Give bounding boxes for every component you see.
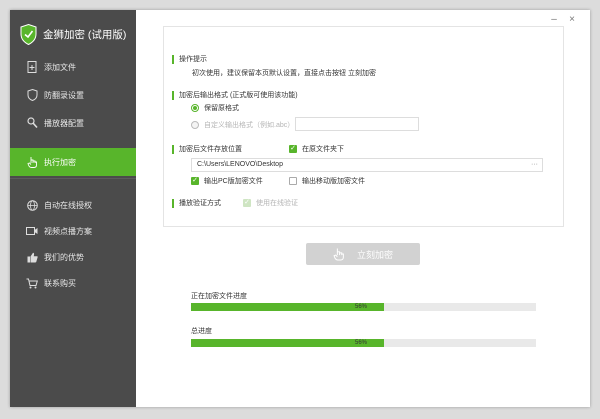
hand-pointer-icon	[333, 247, 345, 261]
output-path-input[interactable]: C:\Users\LENOVO\Desktop ···	[191, 158, 543, 172]
sidebar-item-player-config[interactable]: 播放器配置	[10, 109, 136, 137]
location-title: 加密后文件存放位置	[172, 145, 242, 154]
output-mobile-checkbox[interactable]	[289, 177, 297, 185]
sidebar-divider	[10, 178, 136, 179]
settings-panel: 操作提示 初次使用，建议保留本页默认设置，直接点击按钮 立刻加密 加密后输出格式…	[163, 26, 564, 227]
thumbs-up-icon	[26, 251, 38, 263]
browse-button[interactable]: ···	[531, 159, 538, 171]
sidebar-item-auto-online-auth[interactable]: 自动在线授权	[10, 191, 136, 219]
minimize-button[interactable]: –	[548, 14, 560, 26]
radio-custom-format[interactable]	[191, 121, 199, 129]
close-button[interactable]: ×	[566, 14, 578, 26]
same-folder-checkbox[interactable]: ✓	[289, 145, 297, 153]
sidebar-item-anti-record[interactable]: 防翻录设置	[10, 81, 136, 109]
sidebar-item-vod-solution[interactable]: 视频点播方案	[10, 217, 136, 245]
sidebar-item-contact-purchase[interactable]: 联系购买	[10, 269, 136, 297]
custom-format-input[interactable]	[295, 117, 419, 131]
app-logo: 金狮加密 (试用版)	[20, 22, 126, 46]
same-folder-label: 在原文件夹下	[302, 146, 344, 153]
output-path-value: C:\Users\LENOVO\Desktop	[197, 161, 283, 168]
sidebar-item-label: 联系购买	[44, 278, 76, 288]
current-progress-percent: 56%	[355, 304, 368, 310]
shield-icon	[26, 89, 38, 101]
tip-section-title: 操作提示	[172, 55, 207, 64]
cart-icon	[26, 277, 38, 289]
sidebar-item-label: 视频点播方案	[44, 226, 92, 236]
encrypt-now-label: 立刻加密	[356, 249, 393, 260]
hand-pointer-icon	[26, 156, 38, 168]
total-progress-bar: 56%	[191, 339, 536, 347]
sidebar-item-label: 执行加密	[44, 157, 76, 167]
globe-icon	[26, 199, 38, 211]
total-progress-label: 总进度	[191, 328, 212, 335]
output-format-title: 加密后输出格式 (正式版可使用该功能)	[172, 91, 298, 100]
sidebar-item-add-file[interactable]: 添加文件	[10, 53, 136, 81]
radio-original-format[interactable]	[191, 104, 199, 112]
encrypt-now-button[interactable]: 立刻加密	[306, 243, 420, 265]
online-verify-label: 使用在线验证	[256, 200, 298, 207]
output-pc-checkbox[interactable]: ✓	[191, 177, 199, 185]
sidebar-item-our-advantages[interactable]: 我们的优势	[10, 243, 136, 271]
sidebar-item-label: 防翻录设置	[44, 90, 84, 100]
output-mobile-label: 输出移动版加密文件	[302, 178, 365, 185]
current-progress-label: 正在加密文件进度	[191, 293, 247, 300]
video-icon	[26, 225, 38, 237]
file-add-icon	[26, 61, 38, 73]
verify-title: 播放验证方式	[172, 199, 221, 208]
sidebar-item-label: 我们的优势	[44, 252, 84, 262]
sidebar-item-execute-encrypt[interactable]: 执行加密	[10, 148, 136, 176]
sidebar-item-label: 播放器配置	[44, 118, 84, 128]
sidebar-item-label: 添加文件	[44, 62, 76, 72]
output-pc-label: 输出PC版加密文件	[204, 178, 263, 185]
sidebar-item-label: 自动在线授权	[44, 200, 92, 210]
total-progress-percent: 56%	[355, 340, 368, 346]
radio-original-format-label: 保留原格式	[204, 105, 239, 112]
shield-logo-icon	[20, 23, 37, 45]
sidebar: 金狮加密 (试用版) 添加文件 防翻录设置 播放器配置 执行加密 自动在线授权 …	[10, 10, 136, 407]
radio-custom-format-label: 自定义输出格式（例如.abc）	[204, 122, 295, 129]
current-progress-bar: 56%	[191, 303, 536, 311]
tip-text: 初次使用，建议保留本页默认设置，直接点击按钮 立刻加密	[192, 70, 376, 77]
online-verify-checkbox[interactable]: ✓	[243, 199, 251, 207]
app-title: 金狮加密 (试用版)	[43, 28, 127, 41]
wrench-icon	[26, 117, 38, 129]
